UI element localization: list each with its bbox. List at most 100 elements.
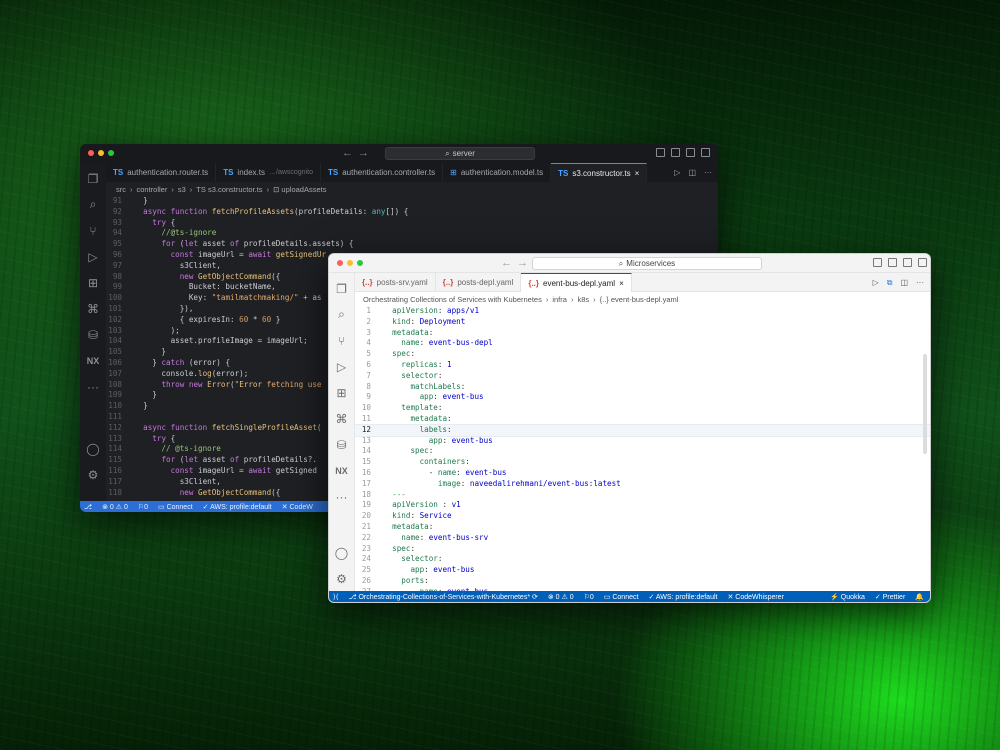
aws-profile-indicator[interactable]: ✓ AWS: profile:default (203, 503, 272, 511)
tab-index[interactable]: TS index.ts …/awscognito (216, 163, 321, 182)
close-tab-icon[interactable]: × (619, 279, 624, 288)
toggle-secondary-sidebar-icon[interactable] (903, 258, 912, 267)
more-icon[interactable]: ··· (334, 489, 349, 504)
minimize-button[interactable] (98, 150, 104, 156)
codewhisperer-indicator[interactable]: ✕ CodeW (282, 503, 313, 511)
maximize-button[interactable] (357, 260, 363, 266)
code-line[interactable]: 14 spec: (355, 446, 930, 457)
code-line[interactable]: 5 spec: (355, 349, 930, 360)
back-arrow-icon[interactable]: ← (501, 257, 512, 269)
settings-gear-icon[interactable]: ⚙ (86, 467, 101, 482)
code-line[interactable]: 94 //@ts-ignore (106, 228, 718, 239)
forward-arrow-icon[interactable]: → (358, 147, 369, 159)
command-center-search[interactable]: ⌕ Microservices (532, 257, 762, 270)
extensions-icon[interactable]: ⊞ (334, 385, 349, 400)
code-line[interactable]: 26 ports: (355, 576, 930, 587)
code-line[interactable]: 15 containers: (355, 457, 930, 468)
branch-indicator[interactable]: ⎇ Orchestrating-Collections-of-Services-… (348, 593, 537, 601)
toggle-sidebar-icon[interactable] (656, 148, 665, 157)
nx-icon[interactable]: NX (334, 463, 349, 478)
codewhisperer-indicator[interactable]: ✕ CodeWhisperer (727, 593, 783, 601)
customize-layout-icon[interactable] (918, 258, 927, 267)
minimize-button[interactable] (347, 260, 353, 266)
toggle-panel-icon[interactable] (888, 258, 897, 267)
more-actions-icon[interactable]: ··· (916, 278, 924, 287)
compare-icon[interactable]: ⧉ (887, 278, 893, 288)
command-center-search[interactable]: ⌕ server (385, 147, 535, 160)
explorer-icon[interactable]: ❐ (334, 281, 349, 296)
search-icon[interactable]: ⌕ (86, 197, 101, 212)
code-line[interactable]: 23 spec: (355, 544, 930, 555)
code-line[interactable]: 11 metadata: (355, 414, 930, 425)
explorer-icon[interactable]: ❐ (86, 171, 101, 186)
code-line[interactable]: 7 selector: (355, 371, 930, 382)
more-actions-icon[interactable]: ··· (704, 168, 712, 177)
run-icon[interactable]: ▷ (873, 278, 879, 287)
tab-s3-constructor[interactable]: TS s3.constructor.ts × (551, 163, 648, 182)
split-editor-icon[interactable]: ◫ (688, 168, 696, 177)
quokka-indicator[interactable]: ⚡ Quokka (830, 593, 865, 601)
code-line[interactable]: 17 image: naveedalirehmani/event-bus:lat… (355, 479, 930, 490)
code-line[interactable]: 20 kind: Service (355, 511, 930, 522)
database-icon[interactable]: ⛁ (334, 437, 349, 452)
code-line[interactable]: 22 name: event-bus-srv (355, 533, 930, 544)
code-line[interactable]: 18 --- (355, 490, 930, 501)
ports-indicator[interactable]: ⚐0 (138, 503, 148, 511)
close-button[interactable] (337, 260, 343, 266)
source-control-icon[interactable]: ⑂ (334, 333, 349, 348)
notifications-bell-icon[interactable]: 🔔 (915, 593, 930, 601)
search-icon[interactable]: ⌕ (334, 307, 349, 322)
code-line[interactable]: 21 metadata: (355, 522, 930, 533)
toggle-panel-icon[interactable] (671, 148, 680, 157)
customize-layout-icon[interactable] (701, 148, 710, 157)
code-line[interactable]: 6 replicas: 1 (355, 360, 930, 371)
code-line[interactable]: 19 apiVersion : v1 (355, 500, 930, 511)
remote-indicator[interactable]: ⎇ (84, 503, 92, 511)
code-line[interactable]: 12 labels: (355, 423, 930, 437)
code-line[interactable]: 24 selector: (355, 554, 930, 565)
code-line[interactable]: 13 app: event-bus (355, 436, 930, 447)
nx-icon[interactable]: NX (86, 353, 101, 368)
problems-indicator[interactable]: ⊗ 0 ⚠ 0 (548, 593, 574, 601)
toggle-sidebar-icon[interactable] (873, 258, 882, 267)
run-debug-icon[interactable]: ▷ (334, 359, 349, 374)
account-icon[interactable]: ◯ (334, 545, 349, 560)
code-line[interactable]: 3 metadata: (355, 328, 930, 339)
editor-scrollbar[interactable] (923, 354, 927, 454)
tab-authentication-controller[interactable]: TS authentication.controller.ts (321, 163, 444, 182)
run-debug-icon[interactable]: ▷ (86, 249, 101, 264)
ports-indicator[interactable]: ⚐0 (584, 593, 594, 601)
connect-button[interactable]: ▭ Connect (604, 593, 639, 601)
remote-indicator[interactable]: ⟩⟨ (333, 593, 338, 601)
toggle-secondary-sidebar-icon[interactable] (686, 148, 695, 157)
tab-event-bus-depl[interactable]: {..} event-bus-depl.yaml × (521, 273, 632, 292)
code-line[interactable]: 93 try { (106, 218, 718, 229)
connect-button[interactable]: ▭ Connect (158, 503, 193, 511)
forward-arrow-icon[interactable]: → (517, 257, 528, 269)
tab-posts-srv[interactable]: {..} posts-srv.yaml (355, 273, 436, 292)
code-line[interactable]: 91 } (106, 196, 718, 207)
close-button[interactable] (88, 150, 94, 156)
maximize-button[interactable] (108, 150, 114, 156)
tab-authentication-router[interactable]: TS authentication.router.ts (106, 163, 217, 182)
code-editor[interactable]: 1 apiVersion: apps/v1 2 kind: Deployment 3… (355, 306, 930, 591)
source-control-icon[interactable]: ⑂ (86, 223, 101, 238)
figma-icon[interactable]: ⌘ (86, 301, 101, 316)
back-arrow-icon[interactable]: ← (342, 147, 353, 159)
code-line[interactable]: 16 - name: event-bus (355, 468, 930, 479)
code-line[interactable]: 2 kind: Deployment (355, 317, 930, 328)
code-line[interactable]: 95 for (let asset of profileDetails.asse… (106, 239, 718, 250)
close-tab-icon[interactable]: × (635, 169, 640, 178)
extensions-icon[interactable]: ⊞ (86, 275, 101, 290)
code-line[interactable]: 25 app: event-bus (355, 565, 930, 576)
split-editor-icon[interactable]: ◫ (900, 278, 908, 287)
tab-authentication-model[interactable]: ⊞ authentication.model.ts (443, 163, 552, 182)
more-icon[interactable]: ··· (86, 379, 101, 394)
code-line[interactable]: 4 name: event-bus-depl (355, 338, 930, 349)
prettier-indicator[interactable]: ✓ Prettier (875, 593, 905, 601)
figma-icon[interactable]: ⌘ (334, 411, 349, 426)
account-icon[interactable]: ◯ (86, 441, 101, 456)
code-line[interactable]: 9 app: event-bus (355, 392, 930, 403)
code-line[interactable]: 92 async function fetchProfileAssets(pro… (106, 207, 718, 218)
problems-indicator[interactable]: ⊗ 0 ⚠ 0 (102, 503, 128, 511)
